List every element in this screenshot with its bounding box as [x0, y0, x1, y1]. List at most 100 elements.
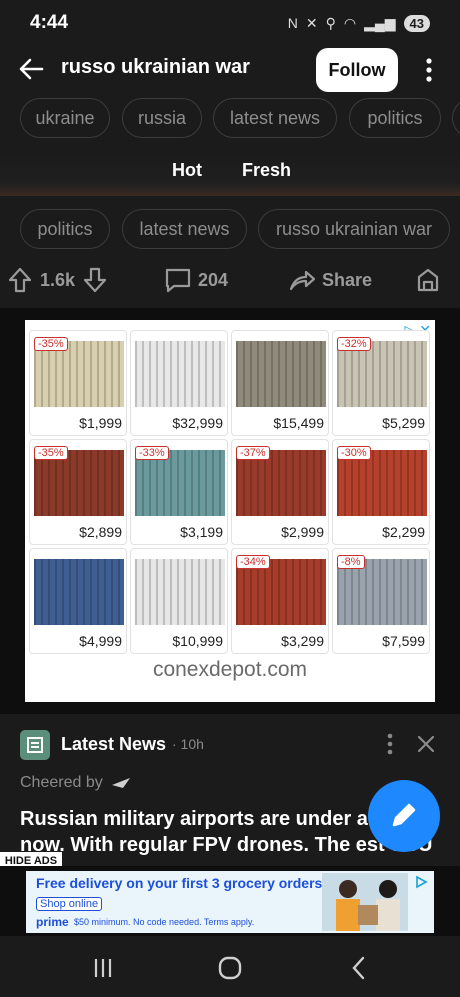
ad-fine-print: $50 minimum. No code needed. Terms apply… [74, 917, 255, 927]
product-tile[interactable]: -33% $3,199 [130, 439, 228, 545]
tab-fresh[interactable]: Fresh [242, 160, 291, 181]
comment-bubble-icon [165, 268, 191, 293]
create-post-button[interactable] [368, 780, 440, 852]
product-tile[interactable]: -37% $2,999 [231, 439, 329, 545]
home-icon[interactable] [217, 955, 243, 981]
ad-area: ▷✕ -35% $1,999 $32,999 $15,499 -32% $5,2… [0, 308, 460, 714]
product-tile[interactable]: -35% $2,899 [29, 439, 127, 545]
post-more-icon[interactable] [384, 732, 396, 756]
discount-badge: -8% [337, 555, 365, 569]
share-button[interactable]: Share [288, 266, 372, 294]
discount-badge: -35% [34, 446, 68, 460]
container-image [34, 559, 124, 625]
product-price: $7,599 [382, 633, 425, 649]
share-label: Share [322, 269, 373, 290]
post-tag-latest-news[interactable]: latest news [122, 209, 247, 249]
display-ad[interactable]: ▷✕ -35% $1,999 $32,999 $15,499 -32% $5,2… [25, 320, 435, 702]
back-arrow-icon[interactable] [18, 56, 44, 82]
product-price: $15,499 [273, 415, 324, 431]
nfc-icon: N [287, 15, 298, 31]
battery-icon: 43 [403, 14, 430, 32]
signal-icon: ▂▄▆ [364, 14, 396, 31]
ad-domain[interactable]: conexdepot.com [25, 658, 435, 682]
status-time: 4:44 [30, 12, 69, 33]
post-action-bar: 1.6k 204 Share [0, 258, 460, 304]
discount-badge: -33% [135, 446, 169, 460]
post-tag-politics[interactable]: politics [20, 209, 110, 249]
tab-hot[interactable]: Hot [172, 160, 202, 181]
grocery-people-image [322, 873, 408, 931]
downvote-arrow-icon[interactable] [81, 266, 109, 294]
bottom-banner-ad[interactable]: Free delivery on your first 3 grocery or… [26, 871, 434, 933]
post-tag-row: politics latest news russo ukrainian war [0, 209, 460, 253]
product-price: $5,299 [382, 415, 425, 431]
follow-button[interactable]: Follow [316, 48, 398, 92]
app-header: russo ukrainian war Follow [0, 46, 460, 92]
mute-icon: ✕ [305, 14, 318, 31]
product-tile[interactable]: -34% $3,299 [231, 548, 329, 654]
upvote-count: 1.6k [40, 269, 76, 290]
recent-apps-icon[interactable] [90, 955, 116, 981]
tag-chip-ukraine[interactable]: ukraine [20, 98, 110, 138]
discount-badge: -32% [337, 337, 371, 351]
product-price: $3,299 [281, 633, 324, 649]
upvote-group: 1.6k [6, 266, 109, 294]
product-price: $2,899 [79, 524, 122, 540]
product-price: $3,199 [180, 524, 223, 540]
latest-news-section-icon[interactable] [20, 730, 50, 760]
back-nav-icon[interactable] [346, 955, 372, 981]
product-tile[interactable]: -35% $1,999 [29, 330, 127, 436]
status-bar: 4:44 N ✕ ⚲ ◠ ▂▄▆ 43 [0, 0, 460, 46]
section-name[interactable]: Latest News [61, 734, 166, 755]
tag-chip-more[interactable] [452, 98, 460, 138]
product-tile[interactable]: $4,999 [29, 548, 127, 654]
tag-chip-russia[interactable]: russia [122, 98, 202, 138]
discount-badge: -30% [337, 446, 371, 460]
ad-headline: Free delivery on your first 3 grocery or… [36, 875, 323, 891]
comments-button[interactable]: 204 [164, 266, 228, 294]
tag-chip-politics[interactable]: politics [349, 98, 441, 138]
post-tag-russo-ukrainian-war[interactable]: russo ukrainian war [258, 209, 450, 249]
product-tile[interactable]: -32% $5,299 [332, 330, 430, 436]
save-bag-icon [417, 268, 439, 292]
bottom-ad-area: Free delivery on your first 3 grocery or… [0, 866, 460, 936]
upvote-arrow-icon[interactable] [6, 266, 34, 294]
product-price: $4,999 [79, 633, 122, 649]
prime-logo: prime [36, 915, 69, 929]
close-icon[interactable] [416, 734, 436, 754]
status-icons: N ✕ ⚲ ◠ ▂▄▆ 43 [287, 14, 430, 32]
discount-badge: -35% [34, 337, 68, 351]
comment-count: 204 [198, 269, 229, 290]
ad-choices-icon[interactable] [414, 875, 428, 889]
tag-chip-latest-news[interactable]: latest news [213, 98, 337, 138]
system-nav-bar [0, 937, 460, 997]
save-button[interactable] [414, 266, 442, 294]
wifi-icon: ◠ [343, 14, 357, 31]
more-options-icon[interactable] [422, 56, 436, 84]
product-price: $32,999 [172, 415, 223, 431]
tag-chip-row: ukraine russia latest news politics [0, 98, 460, 142]
product-tile[interactable]: $32,999 [130, 330, 228, 436]
location-icon: ⚲ [325, 14, 336, 31]
shop-online-button[interactable]: Shop online [36, 897, 103, 911]
product-tile[interactable]: -30% $2,299 [332, 439, 430, 545]
cheered-by-label: Cheered by [20, 774, 103, 791]
pencil-icon [392, 803, 416, 826]
cheer-avatar-icon[interactable] [110, 772, 132, 794]
share-arrow-icon [289, 270, 316, 291]
post-time: · 10h [172, 736, 204, 752]
product-price: $10,999 [172, 633, 223, 649]
product-tile[interactable]: -8% $7,599 [332, 548, 430, 654]
container-image [236, 341, 326, 407]
discount-badge: -37% [236, 446, 270, 460]
page-title: russo ukrainian war [61, 56, 250, 78]
container-image [135, 341, 225, 407]
product-tile[interactable]: $10,999 [130, 548, 228, 654]
feed-tabs: Hot Fresh [0, 152, 460, 196]
container-image [135, 559, 225, 625]
product-tile[interactable]: $15,499 [231, 330, 329, 436]
product-price: $1,999 [79, 415, 122, 431]
product-price: $2,999 [281, 524, 324, 540]
product-price: $2,299 [382, 524, 425, 540]
discount-badge: -34% [236, 555, 270, 569]
